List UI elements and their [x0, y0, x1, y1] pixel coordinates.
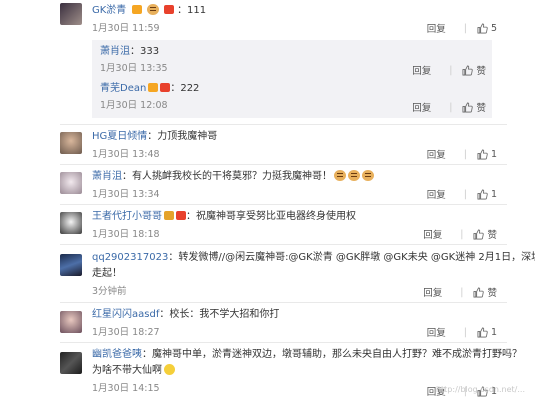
doge-emoji-icon [334, 170, 346, 181]
like-count[interactable]: 5 [491, 23, 497, 34]
avatar[interactable] [60, 172, 82, 194]
like-button[interactable]: 赞 [476, 63, 486, 77]
comment-actions: 回复 | 赞 [423, 227, 497, 242]
avatar[interactable] [60, 254, 82, 276]
action-divider: | [463, 148, 467, 160]
comment-actions: 回复 | 1 [427, 325, 497, 340]
comment-username[interactable]: 王者代打小哥哥 [92, 211, 162, 222]
like-button[interactable]: 赞 [487, 285, 497, 299]
like-count[interactable]: 1 [491, 149, 497, 160]
like-button[interactable]: 赞 [476, 100, 486, 114]
like-button[interactable]: 赞 [487, 227, 497, 241]
comment-text: ：祝魔神哥享受努比亚电器终身使用权 [186, 211, 356, 222]
action-divider: | [463, 326, 467, 338]
comment-username[interactable]: 萧肖沮 [92, 171, 122, 182]
reply-button[interactable]: 回复 [412, 63, 431, 77]
like-count[interactable]: 1 [491, 327, 497, 338]
reply-button[interactable]: 回复 [427, 147, 446, 161]
divider [60, 244, 507, 245]
comment-actions: 回复 | 5 [427, 21, 497, 36]
comment-text: ：111 [177, 5, 207, 16]
thumbs-up-icon[interactable] [477, 149, 488, 160]
vip-badge-icon [163, 5, 174, 14]
emoji-icon [146, 4, 159, 15]
verified-badge-icon [131, 5, 142, 14]
comment-username[interactable]: qq2902317023 [92, 252, 168, 263]
reply-button[interactable]: 回复 [427, 21, 446, 35]
thumbs-up-icon[interactable] [477, 189, 488, 200]
action-divider: | [460, 286, 464, 298]
like-count[interactable]: 1 [491, 189, 497, 200]
comment-actions: 回复 | 1 [427, 187, 497, 202]
divider [60, 164, 507, 165]
avatar[interactable] [60, 311, 82, 333]
divider [60, 302, 507, 303]
reply-text: ：222 [170, 83, 200, 94]
comment-text: ：力顶我魔神哥 [147, 131, 218, 142]
thumbs-up-icon[interactable] [473, 287, 484, 298]
comment-text: ：转发微博//@闲云魔神哥:@GK淤青 @GK胖墩 @GK未央 @GK迷神 2月… [168, 252, 535, 263]
reply-button[interactable]: 回复 [427, 325, 446, 339]
avatar[interactable] [60, 3, 82, 25]
reply-username[interactable]: 青芜Dean [100, 83, 146, 94]
avatar[interactable] [60, 212, 82, 234]
comment-username[interactable]: GK淤青 [92, 5, 126, 16]
comment-text: ：魔神哥中单，淤青迷神双边，墩哥辅助，那么未央自由人打野？难不成淤青打野吗？ [142, 349, 522, 360]
watermark: http://blog.csdn.net/... [435, 385, 525, 394]
action-divider: | [463, 22, 467, 34]
reply-text: ：333 [130, 46, 160, 57]
reply-button[interactable]: 回复 [423, 285, 442, 299]
comment-actions: 回复 | 赞 [423, 285, 497, 300]
doge-emoji-icon [362, 170, 374, 181]
thumbs-up-icon[interactable] [477, 23, 488, 34]
comment-username[interactable]: 红星闪闪aasdf [92, 309, 159, 320]
reply-actions: 回复 | 赞 [412, 100, 486, 115]
comment-actions: 回复 | 1 [427, 147, 497, 162]
action-divider: | [449, 64, 453, 76]
comment-text-continued: 为啥不带大仙啊 [92, 365, 162, 376]
avatar[interactable] [60, 352, 82, 374]
laugh-emoji-icon [164, 364, 175, 375]
comment-text: ：校长：我不学大招和你打 [159, 309, 280, 320]
vip-badge-icon [176, 211, 186, 220]
comment-username[interactable]: HG夏日倾情 [92, 131, 147, 142]
action-divider: | [460, 228, 464, 240]
verified-badge-icon [148, 83, 159, 92]
member-badge-icon [164, 211, 174, 220]
doge-emoji-icon [348, 170, 360, 181]
reply-button[interactable]: 回复 [412, 100, 431, 114]
reply-button[interactable]: 回复 [423, 227, 442, 241]
thumbs-up-icon[interactable] [462, 102, 473, 113]
action-divider: | [449, 101, 453, 113]
action-divider: | [463, 188, 467, 200]
reply-button[interactable]: 回复 [427, 187, 446, 201]
vip-badge-icon [160, 83, 171, 92]
divider [60, 342, 507, 343]
avatar[interactable] [60, 132, 82, 154]
comment-text: ：有人挑衅我校长的干将莫邪？力挺我魔神哥！ [122, 171, 332, 182]
thumbs-up-icon[interactable] [462, 65, 473, 76]
thumbs-up-icon[interactable] [477, 327, 488, 338]
comment-text-continued: 走起！ [92, 268, 122, 279]
reply-thread: 萧肖沮：333 1月30日 13:35 回复 | 赞 青芜Dean ：222 1月… [92, 40, 492, 118]
reply-actions: 回复 | 赞 [412, 63, 486, 78]
comment-username[interactable]: 幽凯爸爸咦 [92, 349, 142, 360]
reply-username[interactable]: 萧肖沮 [100, 46, 130, 57]
divider [60, 204, 507, 205]
thumbs-up-icon[interactable] [473, 229, 484, 240]
divider [60, 124, 507, 125]
